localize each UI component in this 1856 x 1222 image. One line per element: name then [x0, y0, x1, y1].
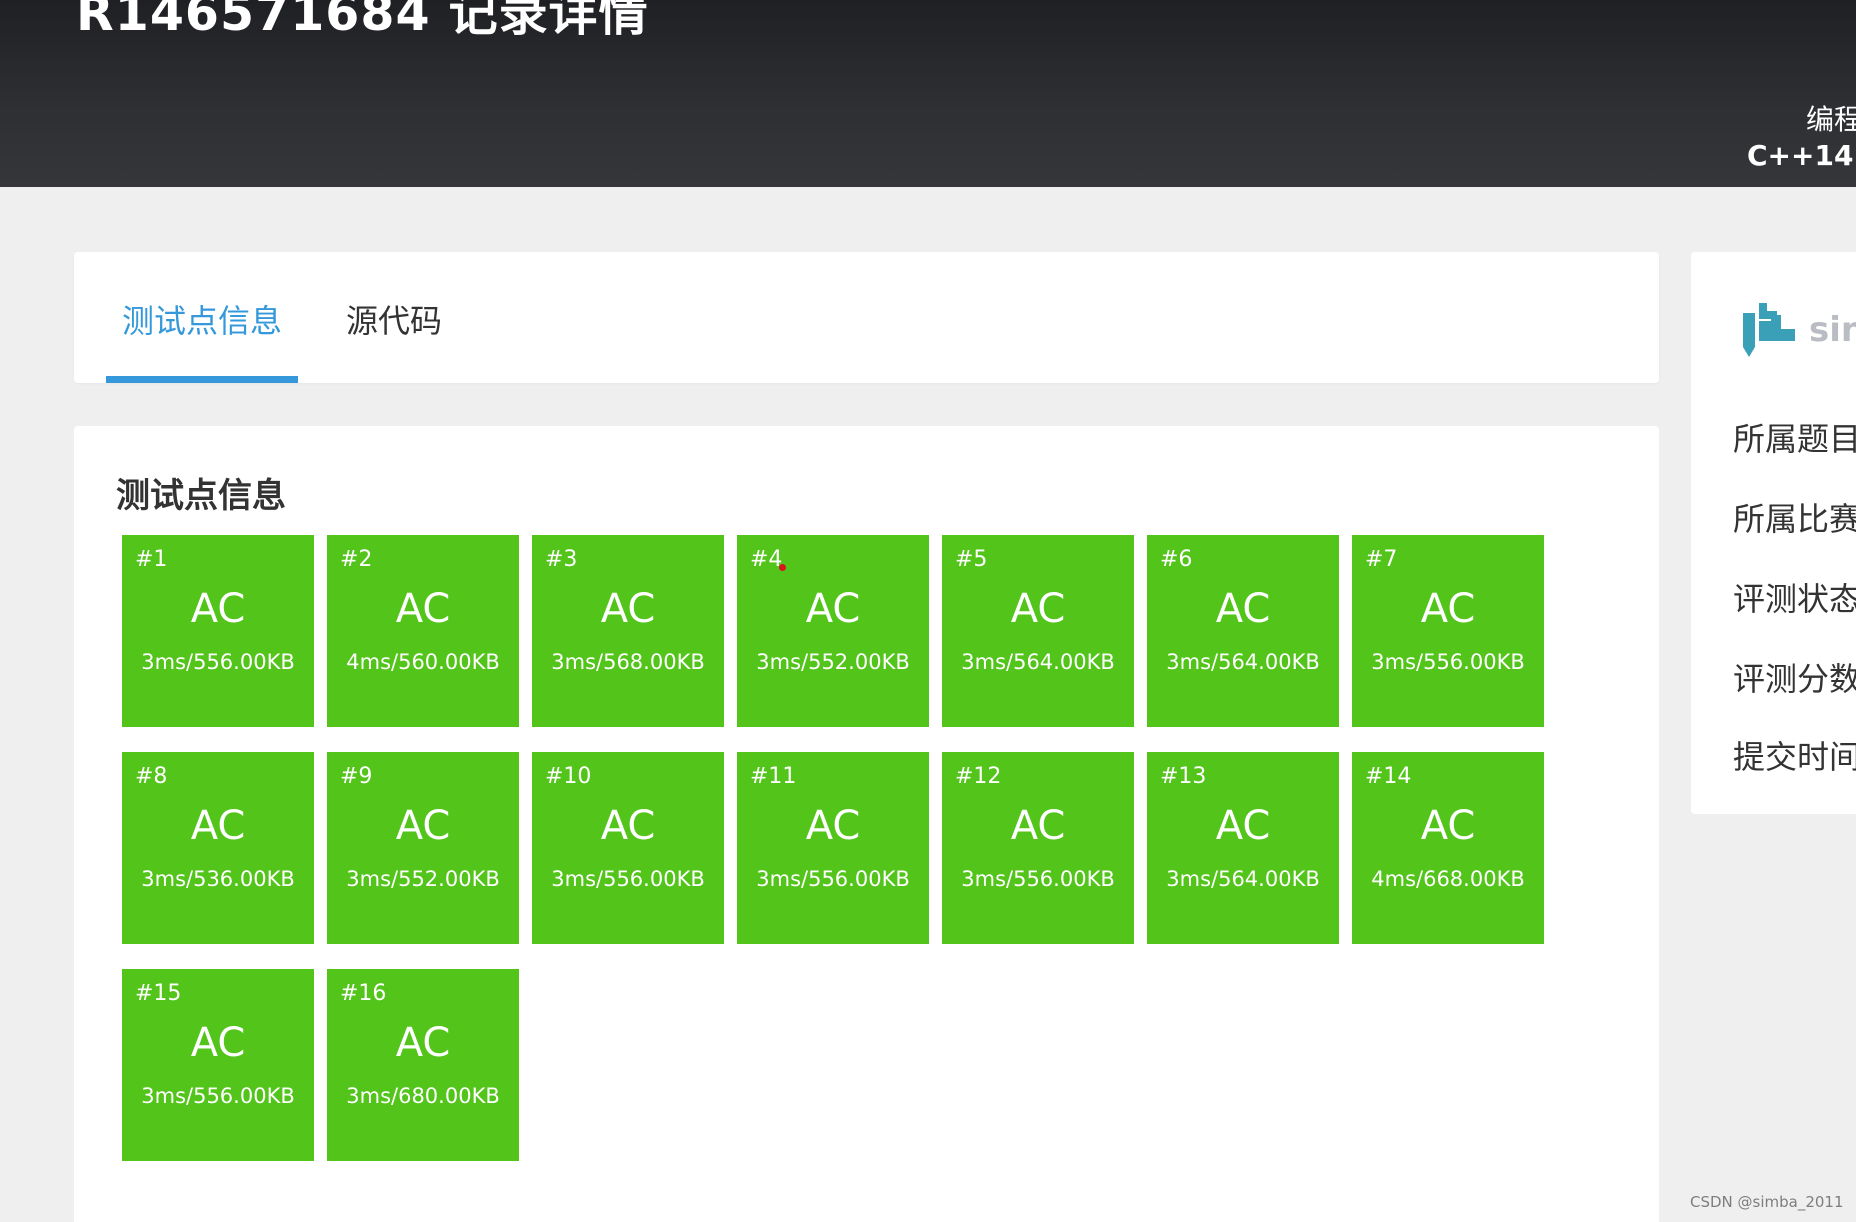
testcase-status: AC	[190, 1020, 246, 1066]
testcase-id: #12	[955, 764, 1002, 789]
testcase-id: #13	[1160, 764, 1207, 789]
testcase-tile[interactable]: #14 AC 4ms/668.00KB	[1352, 752, 1544, 944]
testcase-status: AC	[600, 586, 656, 632]
label-problem: 所属题目	[1733, 420, 1856, 458]
testcase-status: AC	[1215, 586, 1271, 632]
testcase-tile[interactable]: #8 AC 3ms/536.00KB	[122, 752, 314, 944]
active-tab-underline	[106, 376, 298, 383]
testcase-id: #3	[545, 547, 578, 572]
testcase-time-memory: 4ms/668.00KB	[1371, 867, 1525, 891]
testcase-status: AC	[395, 803, 451, 849]
testcase-status: AC	[395, 586, 451, 632]
testcase-id: #5	[955, 547, 988, 572]
testcase-time-memory: 3ms/536.00KB	[141, 867, 295, 891]
testcase-status: AC	[600, 803, 656, 849]
tabs-card: 测试点信息 源代码	[74, 252, 1659, 383]
testcase-tile[interactable]: #4 AC 3ms/552.00KB	[737, 535, 929, 727]
testcase-status: AC	[1010, 803, 1066, 849]
testcase-id: #6	[1160, 547, 1193, 572]
testcase-status: AC	[1010, 586, 1066, 632]
testcase-tile[interactable]: #10 AC 3ms/556.00KB	[532, 752, 724, 944]
testcase-status: AC	[190, 586, 246, 632]
label-contest: 所属比赛	[1733, 500, 1856, 538]
testcase-time-memory: 3ms/556.00KB	[141, 650, 295, 674]
testcase-status: AC	[805, 586, 861, 632]
testcase-tile[interactable]: #12 AC 3ms/556.00KB	[942, 752, 1134, 944]
testcase-id: #14	[1365, 764, 1412, 789]
testcase-status: AC	[1420, 803, 1476, 849]
testcase-time-memory: 3ms/556.00KB	[961, 867, 1115, 891]
testcase-time-memory: 4ms/560.00KB	[346, 650, 500, 674]
testcase-time-memory: 3ms/552.00KB	[756, 650, 910, 674]
testcase-id: #11	[750, 764, 797, 789]
testcase-id: #15	[135, 981, 182, 1006]
language-label: 编程	[1806, 103, 1856, 136]
testcase-tile[interactable]: #16 AC 3ms/680.00KB	[327, 969, 519, 1161]
brand-logo-icon	[1743, 303, 1795, 357]
brand-name: sin	[1809, 310, 1856, 350]
testcase-tile[interactable]: #1 AC 3ms/556.00KB	[122, 535, 314, 727]
page-header: R146571684 记录详情 编程 C++14 ((	[0, 0, 1856, 187]
testcase-id: #7	[1365, 547, 1398, 572]
testcase-status: AC	[1215, 803, 1271, 849]
testcase-tile[interactable]: #2 AC 4ms/560.00KB	[327, 535, 519, 727]
testcase-time-memory: 3ms/564.00KB	[961, 650, 1115, 674]
language-value: C++14 ((	[1747, 139, 1856, 172]
testcase-time-memory: 3ms/556.00KB	[551, 867, 705, 891]
testcase-time-memory: 3ms/564.00KB	[1166, 867, 1320, 891]
testcase-id: #1	[135, 547, 168, 572]
testcase-tile[interactable]: #13 AC 3ms/564.00KB	[1147, 752, 1339, 944]
testcase-info-card: 测试点信息 #1 AC 3ms/556.00KB #2 AC 4ms/560.00KB #3…	[74, 426, 1659, 1222]
testcase-time-memory: 3ms/556.00KB	[756, 867, 910, 891]
testcase-time-memory: 3ms/556.00KB	[1371, 650, 1525, 674]
testcase-tile[interactable]: #9 AC 3ms/552.00KB	[327, 752, 519, 944]
label-submit-time: 提交时间	[1733, 738, 1856, 776]
testcase-status: AC	[1420, 586, 1476, 632]
section-title: 测试点信息	[116, 476, 286, 516]
testcase-id: #16	[340, 981, 387, 1006]
tab-testcase-info[interactable]: 测试点信息	[122, 296, 282, 342]
testcase-id: #9	[340, 764, 373, 789]
testcase-time-memory: 3ms/680.00KB	[346, 1084, 500, 1108]
testcase-time-memory: 3ms/552.00KB	[346, 867, 500, 891]
testcase-time-memory: 3ms/556.00KB	[141, 1084, 295, 1108]
record-info-sidebar: sin 所属题目 所属比赛 评测状态 评测分数 提交时间	[1691, 252, 1856, 814]
record-title: R146571684 记录详情	[76, 0, 649, 42]
testcase-status: AC	[395, 1020, 451, 1066]
testcase-time-memory: 3ms/568.00KB	[551, 650, 705, 674]
testcase-tile[interactable]: #15 AC 3ms/556.00KB	[122, 969, 314, 1161]
testcase-id: #8	[135, 764, 168, 789]
testcase-tile[interactable]: #6 AC 3ms/564.00KB	[1147, 535, 1339, 727]
testcase-time-memory: 3ms/564.00KB	[1166, 650, 1320, 674]
tab-source-code[interactable]: 源代码	[346, 296, 442, 342]
testcase-id: #2	[340, 547, 373, 572]
label-judge-status: 评测状态	[1733, 580, 1856, 618]
watermark: CSDN @simba_2011	[1690, 1193, 1844, 1211]
testcase-id: #4	[750, 547, 783, 572]
label-judge-score: 评测分数	[1733, 660, 1856, 698]
testcase-tile[interactable]: #7 AC 3ms/556.00KB	[1352, 535, 1544, 727]
testcase-status: AC	[805, 803, 861, 849]
testcase-id: #10	[545, 764, 592, 789]
testcase-tile[interactable]: #3 AC 3ms/568.00KB	[532, 535, 724, 727]
testcase-tile[interactable]: #11 AC 3ms/556.00KB	[737, 752, 929, 944]
testcase-tile[interactable]: #5 AC 3ms/564.00KB	[942, 535, 1134, 727]
testcase-status: AC	[190, 803, 246, 849]
cursor-dot	[779, 564, 786, 571]
